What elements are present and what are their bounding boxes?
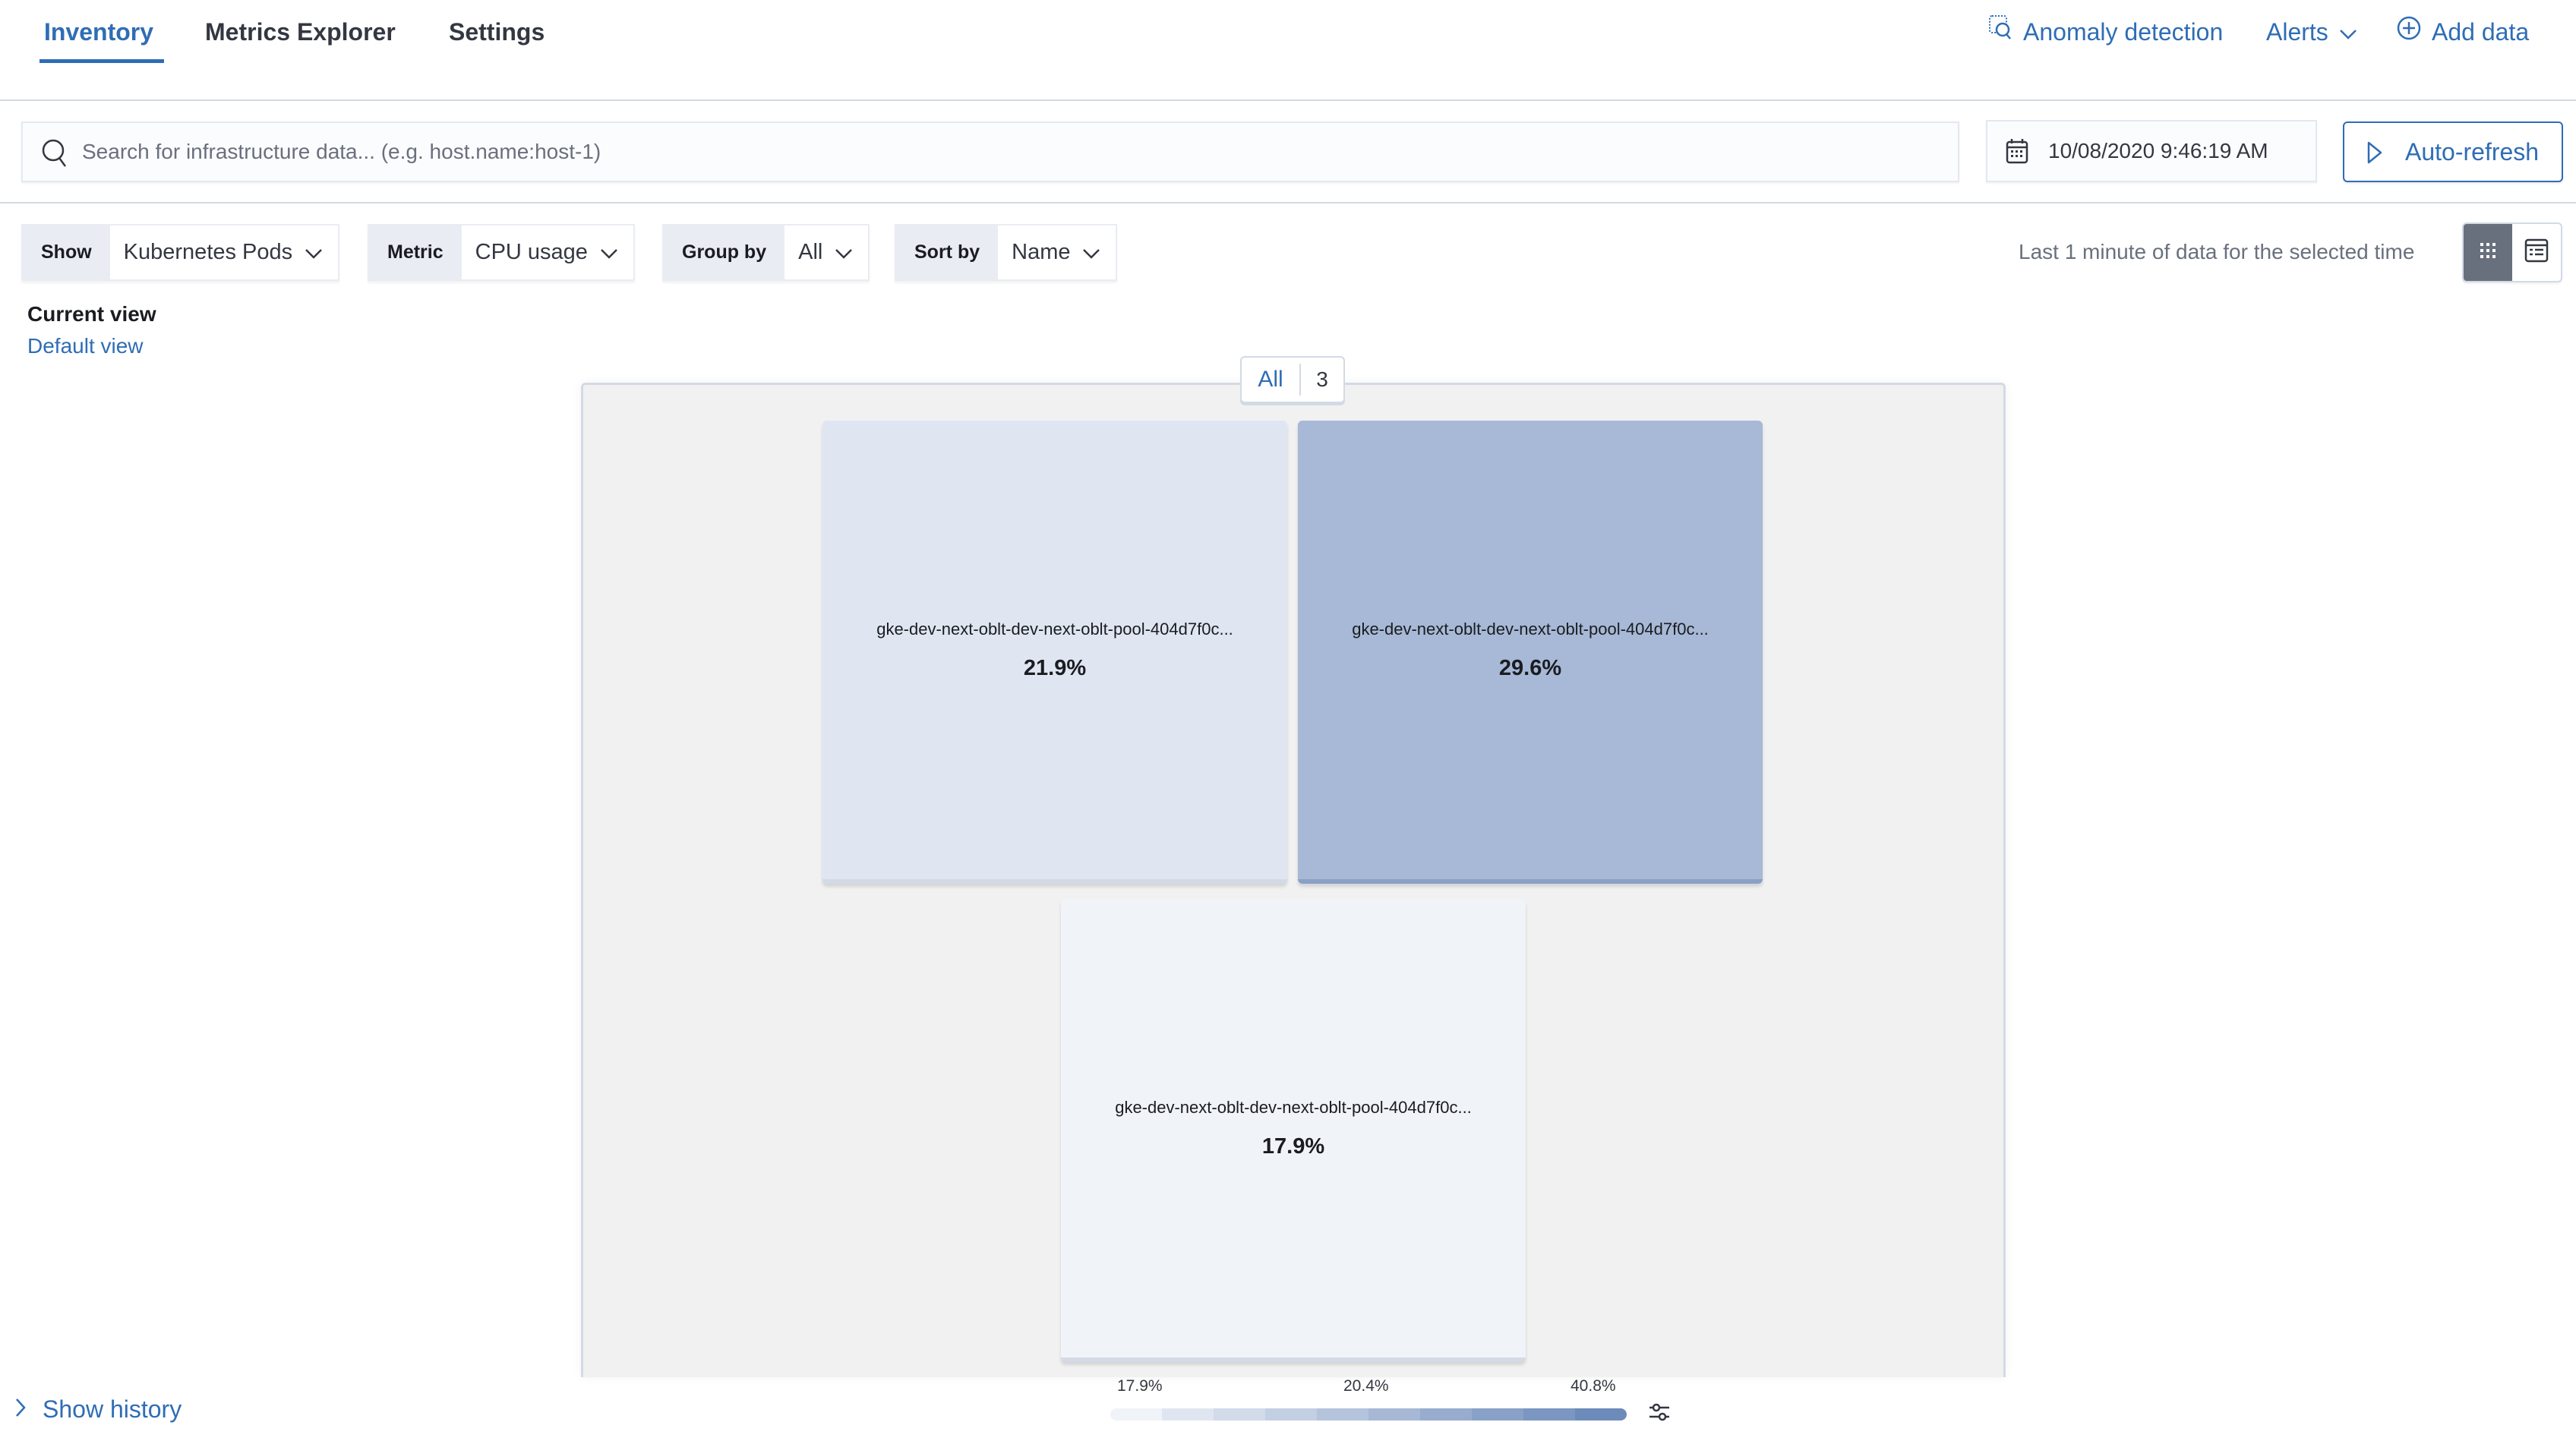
header-divider bbox=[0, 99, 2576, 101]
show-dropdown[interactable]: Show Kubernetes Pods bbox=[21, 224, 340, 281]
pod-name: gke-dev-next-oblt-dev-next-oblt-pool-404… bbox=[1352, 619, 1709, 639]
legend-gradient bbox=[1110, 1408, 1627, 1421]
legend-step bbox=[1472, 1408, 1523, 1421]
legend-step bbox=[1575, 1408, 1627, 1421]
tab-inventory[interactable]: Inventory bbox=[44, 14, 153, 50]
auto-refresh-button[interactable]: Auto-refresh bbox=[2343, 121, 2563, 182]
anomaly-detection-icon bbox=[1988, 14, 2012, 50]
group-by-dropdown[interactable]: Group by All bbox=[662, 224, 870, 281]
show-label: Show bbox=[23, 225, 110, 279]
add-data-label: Add data bbox=[2432, 18, 2530, 46]
add-data-link[interactable]: Add data bbox=[2397, 14, 2529, 50]
chevron-down-icon bbox=[1082, 240, 1100, 265]
toolbar-divider bbox=[0, 202, 2576, 203]
table-icon bbox=[2524, 238, 2549, 266]
pod-value: 21.9% bbox=[1023, 655, 1087, 680]
chevron-down-icon bbox=[600, 240, 618, 265]
anomaly-detection-label: Anomaly detection bbox=[2023, 18, 2224, 46]
saved-view-link[interactable]: Default view bbox=[27, 334, 144, 358]
legend-step bbox=[1214, 1408, 1265, 1421]
sort-by-label: Sort by bbox=[896, 225, 999, 279]
tab-settings[interactable]: Settings bbox=[449, 14, 545, 50]
legend-step bbox=[1523, 1408, 1575, 1421]
tab-metrics-explorer[interactable]: Metrics Explorer bbox=[205, 14, 396, 50]
legend-step bbox=[1368, 1408, 1420, 1421]
chevron-right-icon bbox=[15, 1395, 26, 1424]
legend-options-button[interactable] bbox=[1648, 1402, 1671, 1427]
legend-mid-label: 20.4% bbox=[1343, 1377, 1389, 1395]
active-tab-indicator bbox=[39, 59, 164, 63]
legend-max-label: 40.8% bbox=[1571, 1377, 1616, 1395]
date-picker[interactable]: 10/08/2020 9:46:19 AM bbox=[1986, 120, 2317, 182]
view-toggle bbox=[2462, 222, 2562, 282]
map-view-button[interactable] bbox=[2464, 224, 2512, 281]
sort-by-dropdown[interactable]: Sort by Name bbox=[895, 224, 1118, 281]
auto-refresh-label: Auto-refresh bbox=[2405, 137, 2540, 166]
pod-value: 17.9% bbox=[1261, 1134, 1325, 1159]
pod-name: gke-dev-next-oblt-dev-next-oblt-pool-404… bbox=[1115, 1097, 1472, 1117]
chevron-down-icon bbox=[305, 240, 323, 265]
group-count: 3 bbox=[1316, 367, 1328, 391]
show-history-label: Show history bbox=[43, 1395, 182, 1423]
metric-dropdown[interactable]: Metric CPU usage bbox=[368, 224, 635, 281]
legend-step bbox=[1110, 1408, 1162, 1421]
current-view-title: Current view bbox=[27, 302, 156, 326]
search-input[interactable] bbox=[23, 123, 1958, 181]
time-range-note: Last 1 minute of data for the selected t… bbox=[2019, 240, 2415, 263]
plus-circle-icon bbox=[2397, 14, 2421, 50]
show-value: Kubernetes Pods bbox=[123, 240, 293, 264]
show-history-toggle[interactable]: Show history bbox=[15, 1395, 182, 1424]
grid-icon bbox=[2479, 241, 2497, 263]
group-all-link[interactable]: All bbox=[1242, 367, 1299, 393]
search-icon bbox=[41, 138, 68, 172]
pod-value: 29.6% bbox=[1498, 655, 1562, 680]
anomaly-detection-link[interactable]: Anomaly detection bbox=[1988, 14, 2223, 50]
play-icon bbox=[2366, 140, 2384, 172]
legend-step bbox=[1265, 1408, 1317, 1421]
date-value: 10/08/2020 9:46:19 AM bbox=[2048, 139, 2268, 162]
alerts-menu[interactable]: Alerts bbox=[2266, 14, 2357, 50]
chevron-down-icon bbox=[2339, 14, 2357, 50]
pod-node[interactable]: gke-dev-next-oblt-dev-next-oblt-pool-404… bbox=[1298, 421, 1763, 884]
metric-value: CPU usage bbox=[475, 240, 588, 264]
calendar-icon bbox=[2006, 138, 2028, 169]
pod-name: gke-dev-next-oblt-dev-next-oblt-pool-404… bbox=[876, 619, 1233, 639]
legend-min-label: 17.9% bbox=[1117, 1377, 1163, 1395]
table-view-button[interactable] bbox=[2512, 224, 2561, 281]
metric-label: Metric bbox=[369, 225, 462, 279]
legend-step bbox=[1162, 1408, 1214, 1421]
legend-step bbox=[1317, 1408, 1368, 1421]
sliders-icon bbox=[1648, 1403, 1671, 1426]
alerts-label: Alerts bbox=[2266, 18, 2328, 46]
search-bar bbox=[21, 121, 1959, 182]
legend-step bbox=[1420, 1408, 1472, 1421]
pod-node[interactable]: gke-dev-next-oblt-dev-next-oblt-pool-404… bbox=[1061, 899, 1526, 1362]
group-by-label: Group by bbox=[664, 225, 785, 279]
pod-node[interactable]: gke-dev-next-oblt-dev-next-oblt-pool-404… bbox=[822, 421, 1287, 884]
chevron-down-icon bbox=[835, 240, 853, 265]
group-by-value: All bbox=[798, 240, 823, 264]
sort-by-value: Name bbox=[1012, 240, 1071, 264]
group-badge: All 3 bbox=[1240, 356, 1345, 403]
